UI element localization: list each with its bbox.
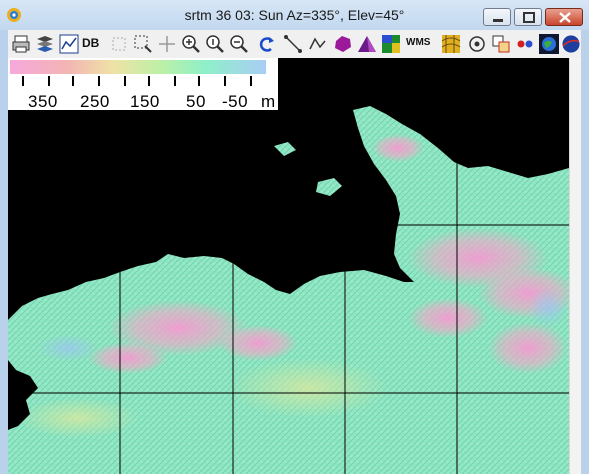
overlay-icon — [492, 35, 510, 53]
target-button[interactable] — [466, 33, 488, 55]
graph-button[interactable] — [58, 33, 80, 55]
polygon-icon — [335, 36, 351, 52]
print-button[interactable] — [10, 33, 32, 55]
nasa-button[interactable] — [560, 33, 582, 55]
legend-label: 350 — [28, 92, 58, 111]
mountain-icon — [358, 36, 376, 52]
close-button[interactable] — [545, 8, 583, 26]
legend-tick — [174, 76, 176, 86]
target-icon — [469, 36, 485, 52]
rgb-icon — [517, 40, 533, 48]
zoom-in-button[interactable] — [180, 33, 202, 55]
legend-tick — [250, 76, 252, 86]
db-button[interactable]: DB — [82, 36, 99, 50]
refresh-button[interactable] — [256, 33, 278, 55]
minimize-button[interactable] — [483, 8, 511, 26]
legend-tick — [224, 76, 226, 86]
crosshair-button[interactable] — [156, 33, 178, 55]
zoom-box-button[interactable] — [132, 33, 154, 55]
polygon-button[interactable] — [332, 33, 354, 55]
grid-map-button[interactable] — [440, 33, 462, 55]
minimize-icon — [493, 19, 503, 22]
elevation-legend: 350 250 150 50 -50 m — [8, 58, 278, 111]
zoom-out-button[interactable] — [228, 33, 250, 55]
maximize-button[interactable] — [514, 8, 542, 26]
layers-icon — [37, 36, 53, 52]
legend-label: 250 — [80, 92, 110, 111]
measure-path-icon — [309, 37, 326, 50]
zoom-out-icon — [230, 35, 248, 53]
legend-label: 50 — [186, 92, 206, 111]
globe-icon — [539, 34, 559, 54]
legend-tick — [22, 76, 24, 86]
legend-tick — [148, 76, 150, 86]
map-button[interactable] — [380, 33, 402, 55]
zoom-fit-button[interactable] — [204, 33, 226, 55]
toolbar: DB WMS — [8, 30, 581, 59]
legend-tick — [98, 76, 100, 86]
overlay-button[interactable] — [490, 33, 512, 55]
nasa-icon — [561, 34, 581, 54]
legend-tick — [72, 76, 74, 86]
measure-line-button[interactable] — [282, 33, 304, 55]
refresh-icon — [259, 37, 274, 52]
crosshair-icon — [159, 36, 175, 52]
wms-button[interactable]: WMS — [406, 37, 430, 48]
rgb-button[interactable] — [514, 33, 536, 55]
layers-button[interactable] — [34, 33, 56, 55]
legend-tick — [124, 76, 126, 86]
legend-tick — [198, 76, 200, 86]
zoom-in-icon — [182, 35, 200, 53]
map-icon — [382, 35, 400, 53]
measure-path-button[interactable] — [306, 33, 328, 55]
globe-button[interactable] — [538, 33, 560, 55]
legend-label: 150 — [130, 92, 160, 111]
mountain-button[interactable] — [356, 33, 378, 55]
legend-tick — [48, 76, 50, 86]
title-bar: srtm 36 03: Sun Az=335°, Elev=45° — [0, 0, 589, 30]
window-frame — [581, 30, 589, 474]
graph-icon — [59, 34, 79, 54]
zoom-box-icon — [134, 35, 152, 53]
elevation-map — [8, 106, 569, 474]
map-view[interactable]: 350 250 150 50 -50 m — [8, 58, 569, 474]
measure-line-icon — [284, 35, 302, 53]
grid-map-icon — [441, 35, 461, 53]
zoom-fit-icon — [206, 35, 224, 53]
select-box-icon — [112, 37, 126, 51]
print-icon — [12, 35, 30, 53]
legend-color-bar — [10, 60, 266, 74]
legend-label: -50 — [222, 92, 249, 111]
maximize-icon — [523, 12, 535, 23]
legend-unit: m — [261, 92, 276, 111]
select-box-button[interactable] — [108, 33, 130, 55]
close-icon — [559, 12, 571, 23]
